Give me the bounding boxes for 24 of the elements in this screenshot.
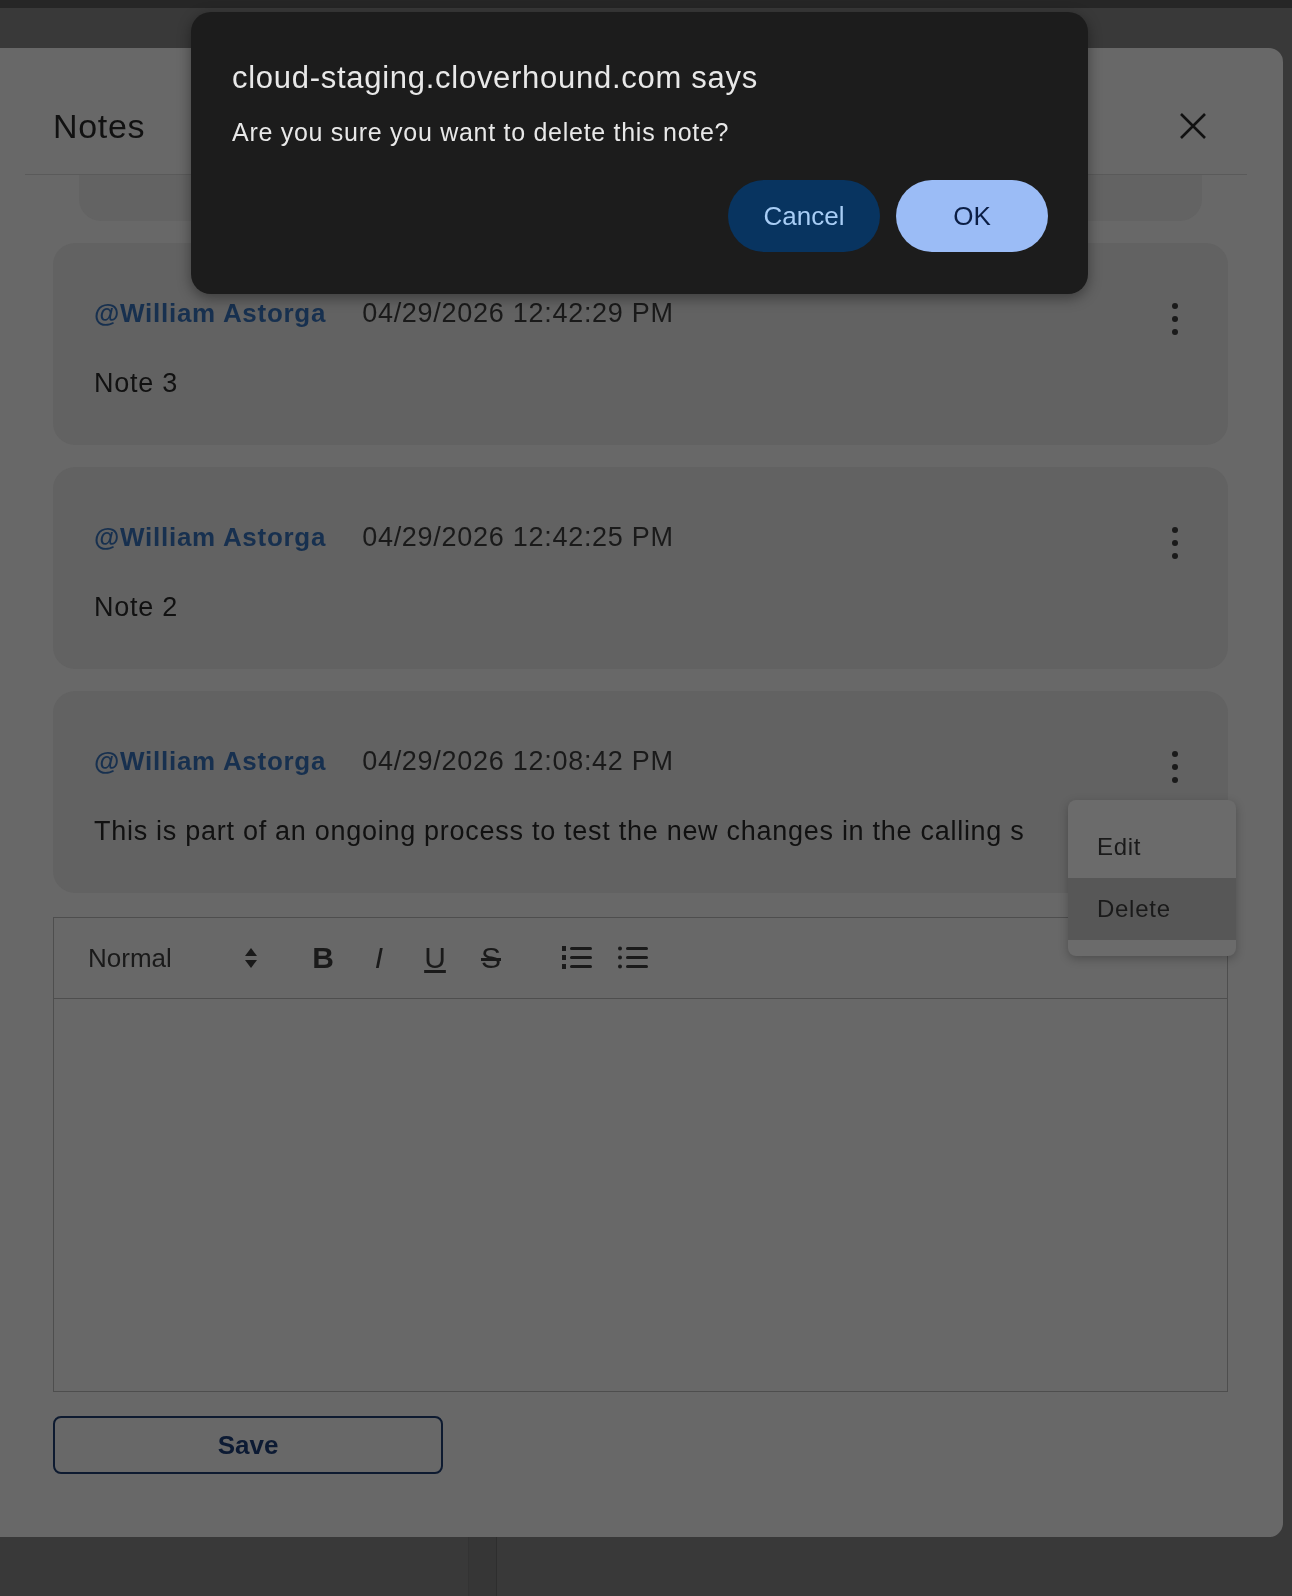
panel-title: Notes [52,106,146,146]
note-timestamp: 04/29/2026 12:08:42 PM [362,745,674,777]
note-author[interactable]: @William Astorga [94,297,327,329]
note-timestamp: 04/29/2026 12:42:25 PM [362,521,674,553]
note-author[interactable]: @William Astorga [94,521,327,553]
underline-button[interactable]: U [407,941,463,975]
menu-item[interactable]: Edit [1068,816,1236,878]
italic-button[interactable]: I [351,941,407,975]
note-timestamp: 04/29/2026 12:42:29 PM [362,297,674,329]
dialog-message: Are you sure you want to delete this note? [232,118,731,147]
dialog-title: cloud-staging.cloverhound.com says [232,60,759,96]
strike-button[interactable]: S [463,941,519,975]
note-text: This is part of an ongoing process to test the new changes in the calling s [94,815,1025,847]
note-text: Note 3 [94,367,178,399]
bold-button[interactable]: B [295,941,351,975]
updown-icon [244,947,258,969]
note-text: Note 2 [94,591,178,623]
note-author[interactable]: @William Astorga [94,745,327,777]
save-button[interactable]: Save [53,1416,443,1474]
format-select[interactable]: Normal [88,942,258,974]
menu-item[interactable]: Delete [1068,878,1236,940]
cancel-button[interactable]: Cancel [728,180,880,252]
ok-button[interactable]: OK [896,180,1048,252]
close-icon[interactable] [1179,112,1207,140]
